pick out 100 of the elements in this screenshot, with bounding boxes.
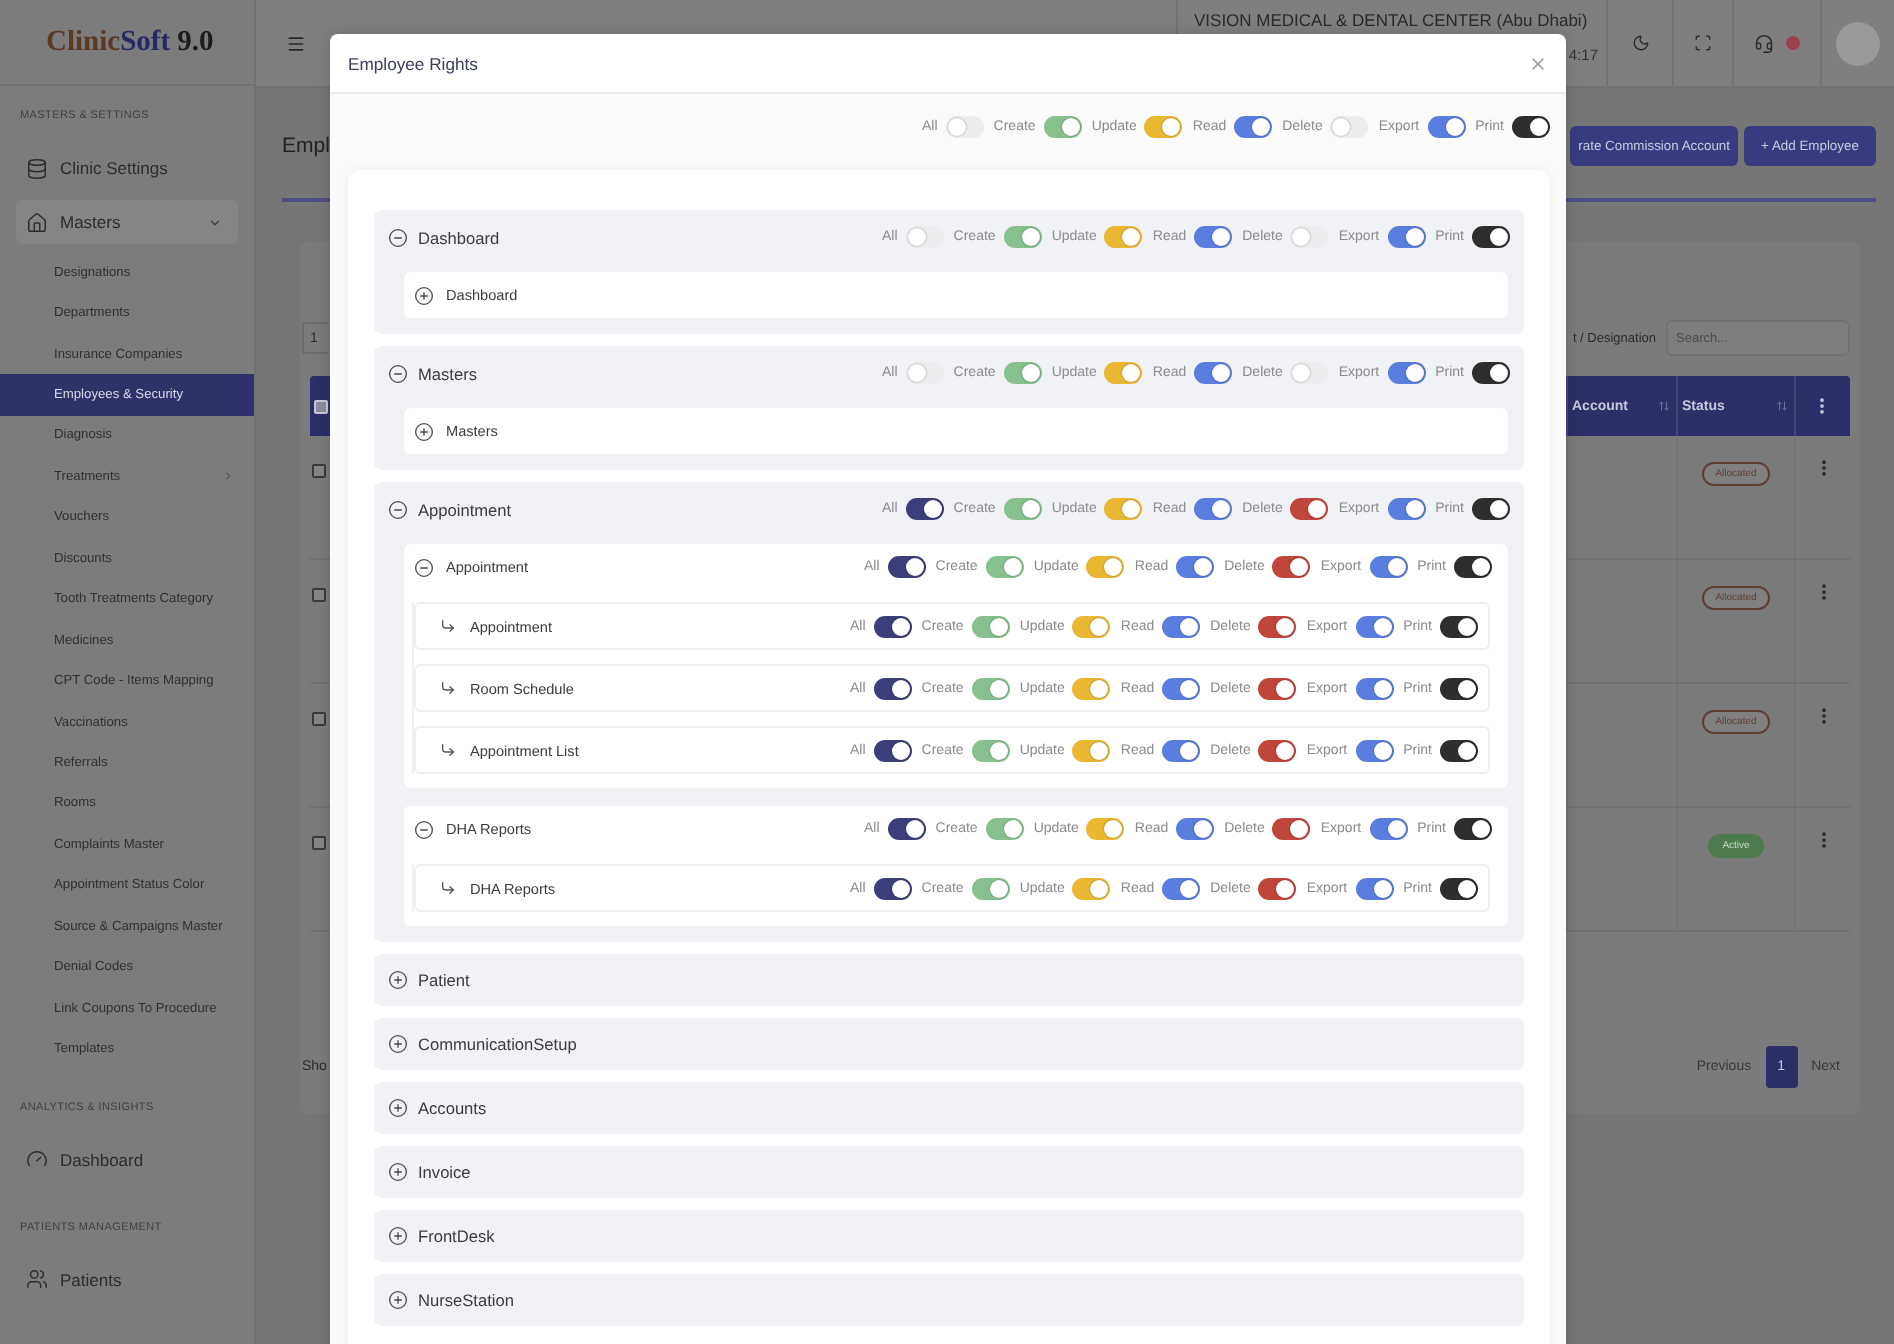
toggle-switch[interactable]	[1072, 677, 1111, 699]
toggle-switch[interactable]	[985, 556, 1024, 578]
minus-circle-icon[interactable]	[414, 819, 434, 839]
toggle-switch[interactable]	[1290, 362, 1329, 384]
toggle-switch[interactable]	[1194, 362, 1233, 384]
toggle-switch[interactable]	[1003, 226, 1042, 248]
toggle-switch[interactable]	[1258, 615, 1297, 637]
minus-circle-icon[interactable]	[414, 557, 434, 577]
menu-icon[interactable]	[286, 33, 306, 53]
toggle-switch[interactable]	[1072, 615, 1111, 637]
toggle-switch[interactable]	[985, 818, 1024, 840]
toggle-switch[interactable]	[873, 677, 912, 699]
toggle-switch[interactable]	[1162, 877, 1201, 899]
toggle-switch[interactable]	[1258, 877, 1297, 899]
module-name[interactable]: Masters	[418, 363, 478, 383]
toggle-switch[interactable]	[1086, 818, 1125, 840]
plus-circle-icon[interactable]	[388, 1162, 408, 1182]
plus-circle-icon[interactable]	[414, 285, 434, 305]
toggle-switch[interactable]	[1258, 677, 1297, 699]
toggle-switch[interactable]	[1355, 677, 1394, 699]
toggle-switch[interactable]	[1440, 677, 1478, 699]
toggle-switch[interactable]	[1272, 556, 1311, 578]
plus-circle-icon[interactable]	[388, 1290, 408, 1310]
sort-icon[interactable]	[1776, 400, 1788, 412]
toggle-switch[interactable]	[873, 877, 912, 899]
toggle-switch[interactable]	[945, 116, 984, 138]
row-checkbox[interactable]	[312, 836, 326, 850]
toggle-switch[interactable]	[1104, 226, 1143, 248]
toggle-switch[interactable]	[1162, 615, 1201, 637]
plus-circle-icon[interactable]	[388, 970, 408, 990]
toggle-switch[interactable]	[1290, 226, 1329, 248]
toggle-switch[interactable]	[1072, 877, 1111, 899]
toggle-switch[interactable]	[1355, 615, 1394, 637]
toggle-switch[interactable]	[1258, 739, 1297, 761]
headset-icon[interactable]	[1754, 33, 1774, 53]
module-name[interactable]: FrontDesk	[418, 1226, 495, 1246]
toggle-switch[interactable]	[1454, 556, 1492, 578]
toggle-switch[interactable]	[1144, 116, 1183, 138]
toggle-switch[interactable]	[1440, 739, 1478, 761]
module-name[interactable]: Dashboard	[418, 227, 500, 247]
toggle-switch[interactable]	[1162, 677, 1201, 699]
toggle-switch[interactable]	[1086, 556, 1125, 578]
toggle-switch[interactable]	[1512, 116, 1550, 138]
toggle-switch[interactable]	[1369, 556, 1408, 578]
toggle-switch[interactable]	[1072, 739, 1111, 761]
nav-item[interactable]: Masters	[16, 200, 238, 244]
toggle-switch[interactable]	[1454, 818, 1492, 840]
sort-icon[interactable]	[1658, 400, 1670, 412]
toggle-switch[interactable]	[887, 556, 926, 578]
toggle-switch[interactable]	[1472, 498, 1510, 520]
module-name[interactable]: Appointment	[418, 499, 512, 519]
row-checkbox[interactable]	[312, 464, 326, 478]
module-name[interactable]: Accounts	[418, 1098, 487, 1118]
row-checkbox[interactable]	[312, 588, 326, 602]
minus-circle-icon[interactable]	[388, 363, 408, 383]
fullscreen-icon[interactable]	[1694, 34, 1712, 52]
moon-icon[interactable]	[1631, 34, 1649, 52]
module-name[interactable]: CommunicationSetup	[418, 1034, 577, 1054]
toggle-switch[interactable]	[905, 226, 944, 248]
toggle-switch[interactable]	[1194, 498, 1233, 520]
toggle-switch[interactable]	[1104, 498, 1143, 520]
plus-circle-icon[interactable]	[388, 1034, 408, 1054]
toggle-switch[interactable]	[1369, 818, 1408, 840]
toggle-switch[interactable]	[971, 615, 1010, 637]
toggle-switch[interactable]	[1355, 739, 1394, 761]
toggle-switch[interactable]	[1194, 226, 1233, 248]
toggle-switch[interactable]	[1290, 498, 1329, 520]
module-name[interactable]: Invoice	[418, 1162, 471, 1182]
toggle-switch[interactable]	[1330, 116, 1369, 138]
toggle-switch[interactable]	[1003, 362, 1042, 384]
toggle-switch[interactable]	[887, 818, 926, 840]
toggle-switch[interactable]	[1472, 362, 1510, 384]
toggle-switch[interactable]	[873, 739, 912, 761]
nav-item[interactable]: Patients	[16, 1257, 238, 1302]
toggle-switch[interactable]	[1440, 877, 1478, 899]
module-name[interactable]: NurseStation	[418, 1290, 514, 1310]
plus-circle-icon[interactable]	[388, 1098, 408, 1118]
toggle-switch[interactable]	[1427, 116, 1466, 138]
toggle-switch[interactable]	[1272, 818, 1311, 840]
plus-circle-icon[interactable]	[388, 1226, 408, 1246]
toggle-switch[interactable]	[971, 877, 1010, 899]
toggle-switch[interactable]	[1176, 556, 1215, 578]
toggle-switch[interactable]	[1176, 818, 1215, 840]
toggle-switch[interactable]	[905, 498, 944, 520]
select-all-checkbox[interactable]	[314, 399, 328, 413]
toggle-switch[interactable]	[1387, 226, 1426, 248]
toggle-switch[interactable]	[1387, 498, 1426, 520]
toggle-switch[interactable]	[1355, 877, 1394, 899]
toggle-switch[interactable]	[971, 739, 1010, 761]
minus-circle-icon[interactable]	[388, 499, 408, 519]
toggle-switch[interactable]	[873, 615, 912, 637]
minus-circle-icon[interactable]	[388, 227, 408, 247]
toggle-switch[interactable]	[1003, 498, 1042, 520]
close-icon[interactable]	[1528, 53, 1548, 73]
nav-item[interactable]: Clinic Settings	[16, 146, 238, 190]
plus-circle-icon[interactable]	[414, 421, 434, 441]
toggle-switch[interactable]	[971, 677, 1010, 699]
toggle-switch[interactable]	[1440, 615, 1478, 637]
toggle-switch[interactable]	[1162, 739, 1201, 761]
toggle-switch[interactable]	[1043, 116, 1082, 138]
